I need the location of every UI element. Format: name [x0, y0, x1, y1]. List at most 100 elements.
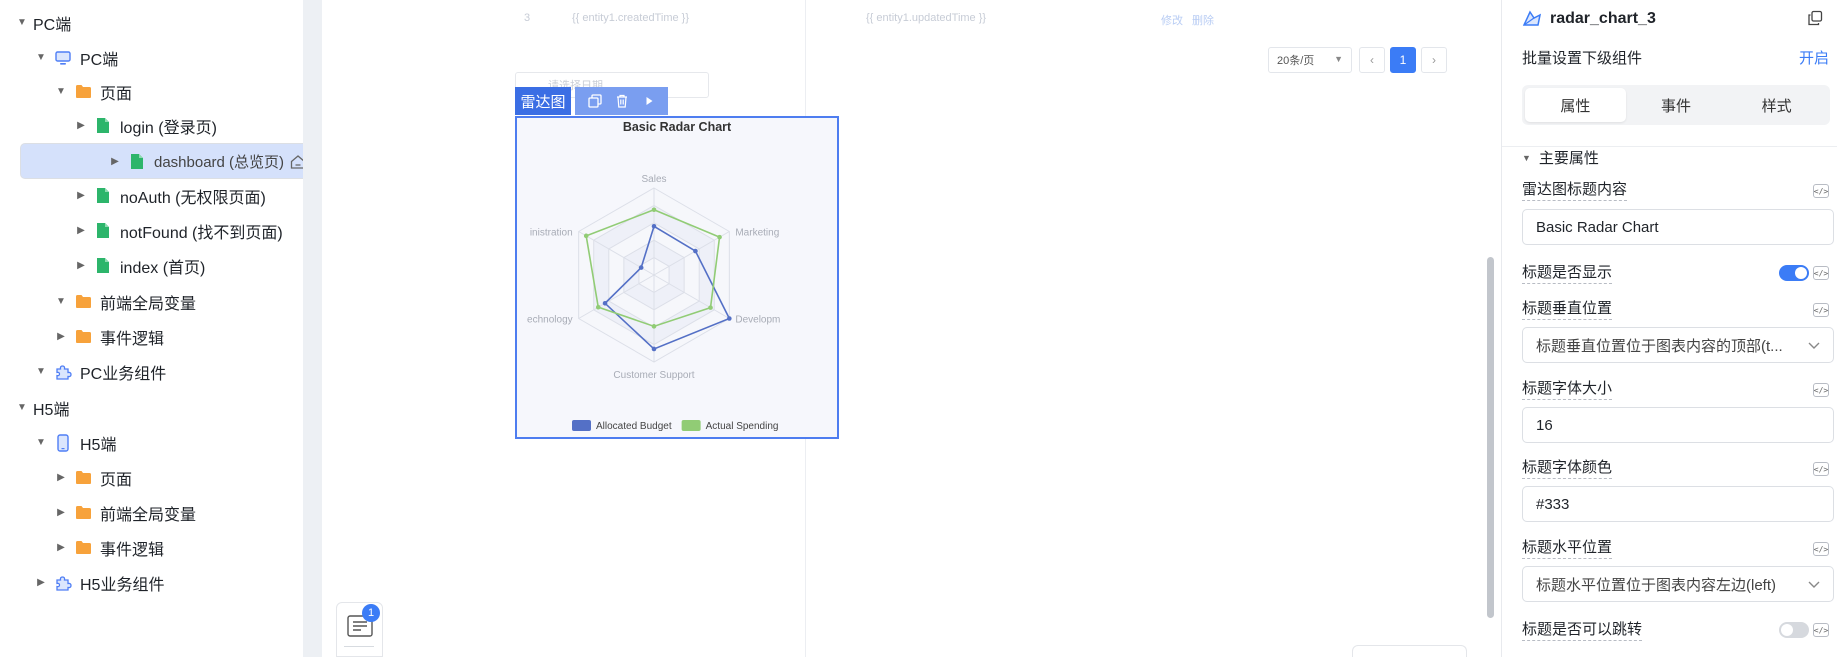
- radar-data-point: [651, 324, 657, 329]
- tree-node-h5-pages[interactable]: ▶ 页面: [0, 460, 303, 495]
- tree-node-pages[interactable]: ▼ 页面: [0, 74, 303, 109]
- code-binding-icon[interactable]: </>: [1813, 462, 1829, 476]
- panel-tabs: 属性 事件 样式: [1522, 85, 1830, 125]
- panel-splitter[interactable]: [303, 0, 322, 657]
- radar-indicator-label: Sales: [641, 174, 666, 185]
- caret-down-icon[interactable]: ▼: [34, 51, 48, 65]
- home-icon[interactable]: [289, 153, 303, 171]
- edit-link[interactable]: 修改: [1161, 12, 1183, 28]
- input-value: 16: [1536, 416, 1553, 434]
- caret-down-icon[interactable]: ▼: [15, 16, 29, 30]
- code-binding-icon[interactable]: </>: [1813, 184, 1829, 198]
- tree-node-notfound[interactable]: ▶ notFound (找不到页面): [0, 213, 303, 248]
- tree-node-h5-root[interactable]: ▼ H5端: [0, 390, 303, 425]
- tree-node-h5-globals[interactable]: ▶ 前端全局变量: [0, 495, 303, 530]
- radar-data-point: [602, 300, 608, 306]
- tab-styles[interactable]: 样式: [1726, 88, 1827, 122]
- tree-node-label: 事件逻辑: [100, 541, 165, 559]
- tree-node-pc-components[interactable]: ▼ PC业务组件: [0, 354, 303, 389]
- code-binding-icon[interactable]: </>: [1813, 303, 1829, 317]
- caret-down-icon[interactable]: ▼: [34, 436, 48, 450]
- tree-node-label: 页面: [100, 85, 133, 103]
- tree-node-label: PC业务组件: [80, 365, 167, 383]
- page-number-button[interactable]: 1: [1390, 47, 1416, 73]
- title-content-label: 雷达图标题内容: [1522, 180, 1628, 201]
- caret-right-icon[interactable]: ▶: [108, 154, 122, 168]
- radar-chart-component[interactable]: Sales Marketing Developm Customer Support ec…: [515, 116, 839, 439]
- code-binding-icon[interactable]: </>: [1813, 266, 1829, 280]
- caret-right-icon[interactable]: ▶: [54, 471, 68, 485]
- radar-data-point: [717, 234, 722, 240]
- floating-panel-edge[interactable]: [1352, 645, 1467, 657]
- page-size-select[interactable]: 20条/页 ▼: [1268, 47, 1352, 73]
- title-size-label: 标题字体大小: [1522, 379, 1613, 400]
- radar-data-point: [708, 305, 713, 310]
- tree-node-h5-app[interactable]: ▼ H5端: [0, 425, 303, 460]
- caret-right-icon[interactable]: ▶: [54, 330, 68, 344]
- code-binding-icon[interactable]: </>: [1813, 623, 1829, 637]
- title-hpos-select[interactable]: 标题水平位置位于图表内容左边(left): [1522, 566, 1834, 602]
- folder-icon: [74, 469, 92, 487]
- tree-node-label: index (首页): [120, 259, 206, 277]
- delete-link[interactable]: 删除: [1192, 12, 1214, 28]
- legend-label: Allocated Budget: [596, 421, 672, 432]
- caret-right-icon[interactable]: ▶: [74, 259, 88, 273]
- title-color-input[interactable]: #333: [1522, 486, 1834, 522]
- section-main-properties[interactable]: ▼ 主要属性: [1522, 147, 1599, 168]
- title-show-toggle[interactable]: [1779, 265, 1809, 281]
- folder-icon: [74, 328, 92, 346]
- tree-node-login[interactable]: ▶ login (登录页): [0, 108, 303, 143]
- title-size-input[interactable]: 16: [1522, 407, 1834, 443]
- title-link-toggle[interactable]: [1779, 622, 1809, 638]
- chevron-down-icon: [1807, 338, 1821, 352]
- caret-down-icon[interactable]: ▼: [54, 85, 68, 99]
- tree-node-event-logic[interactable]: ▶ 事件逻辑: [0, 319, 303, 354]
- chevron-left-icon: ‹: [1370, 53, 1374, 67]
- title-vpos-select[interactable]: 标题垂直位置位于图表内容的顶部(t...: [1522, 327, 1834, 363]
- component-header: radar_chart_3: [1522, 9, 1656, 29]
- tab-events[interactable]: 事件: [1626, 88, 1727, 122]
- caret-right-icon[interactable]: ▶: [34, 576, 48, 590]
- title-hpos-label: 标题水平位置: [1522, 538, 1613, 559]
- title-content-input[interactable]: Basic Radar Chart: [1522, 209, 1834, 245]
- batch-enable-link[interactable]: 开启: [1799, 47, 1829, 68]
- caret-right-icon[interactable]: ▶: [54, 541, 68, 555]
- tree-node-h5-components[interactable]: ▶ H5业务组件: [0, 565, 303, 600]
- next-page-button[interactable]: ›: [1421, 47, 1447, 73]
- caret-right-icon[interactable]: ▶: [54, 506, 68, 520]
- caret-right-icon[interactable]: ▶: [74, 119, 88, 133]
- caret-down-icon[interactable]: ▼: [34, 365, 48, 379]
- tree-node-frontend-globals[interactable]: ▼ 前端全局变量: [0, 284, 303, 319]
- divider: [344, 646, 374, 647]
- project-tree: ▼ PC端 ▼ PC端 ▼ 页面 ▶ login (登录页) ▶ dashboa…: [0, 0, 303, 657]
- tree-node-pc-app[interactable]: ▼ PC端: [0, 40, 303, 75]
- tree-node-pc-root[interactable]: ▼ PC端: [0, 5, 303, 40]
- caret-down-icon: ▼: [1334, 54, 1343, 64]
- tree-node-noauth[interactable]: ▶ noAuth (无权限页面): [0, 178, 303, 213]
- design-canvas[interactable]: [322, 0, 1481, 657]
- caret-right-icon[interactable]: ▶: [74, 224, 88, 238]
- tree-node-dashboard[interactable]: ▶ dashboard (总览页): [20, 143, 303, 179]
- radar-data-point: [583, 233, 589, 239]
- tree-node-h5-event-logic[interactable]: ▶ 事件逻辑: [0, 530, 303, 565]
- tree-node-index[interactable]: ▶ index (首页): [0, 248, 303, 283]
- title-vpos-label: 标题垂直位置: [1522, 299, 1613, 320]
- copy-icon[interactable]: [1807, 10, 1823, 26]
- tree-node-label: PC端: [33, 16, 72, 34]
- caret-down-icon[interactable]: ▼: [54, 295, 68, 309]
- component-type-tag[interactable]: 雷达图: [515, 87, 571, 115]
- copy-icon[interactable]: [585, 91, 605, 111]
- trash-icon[interactable]: [612, 91, 632, 111]
- radar-indicator-label: Customer Support: [613, 370, 694, 381]
- caret-right-icon[interactable]: ▶: [74, 189, 88, 203]
- caret-down-icon[interactable]: ▼: [15, 401, 29, 415]
- code-binding-icon[interactable]: </>: [1813, 542, 1829, 556]
- play-icon[interactable]: [639, 91, 659, 111]
- prev-page-button[interactable]: ‹: [1359, 47, 1385, 73]
- legend-label: Actual Spending: [706, 421, 779, 432]
- tree-node-label: notFound (找不到页面): [120, 224, 283, 242]
- code-binding-icon[interactable]: </>: [1813, 383, 1829, 397]
- canvas-scrollbar-thumb[interactable]: [1487, 257, 1494, 618]
- page-icon: [94, 117, 112, 135]
- tab-properties[interactable]: 属性: [1525, 88, 1626, 122]
